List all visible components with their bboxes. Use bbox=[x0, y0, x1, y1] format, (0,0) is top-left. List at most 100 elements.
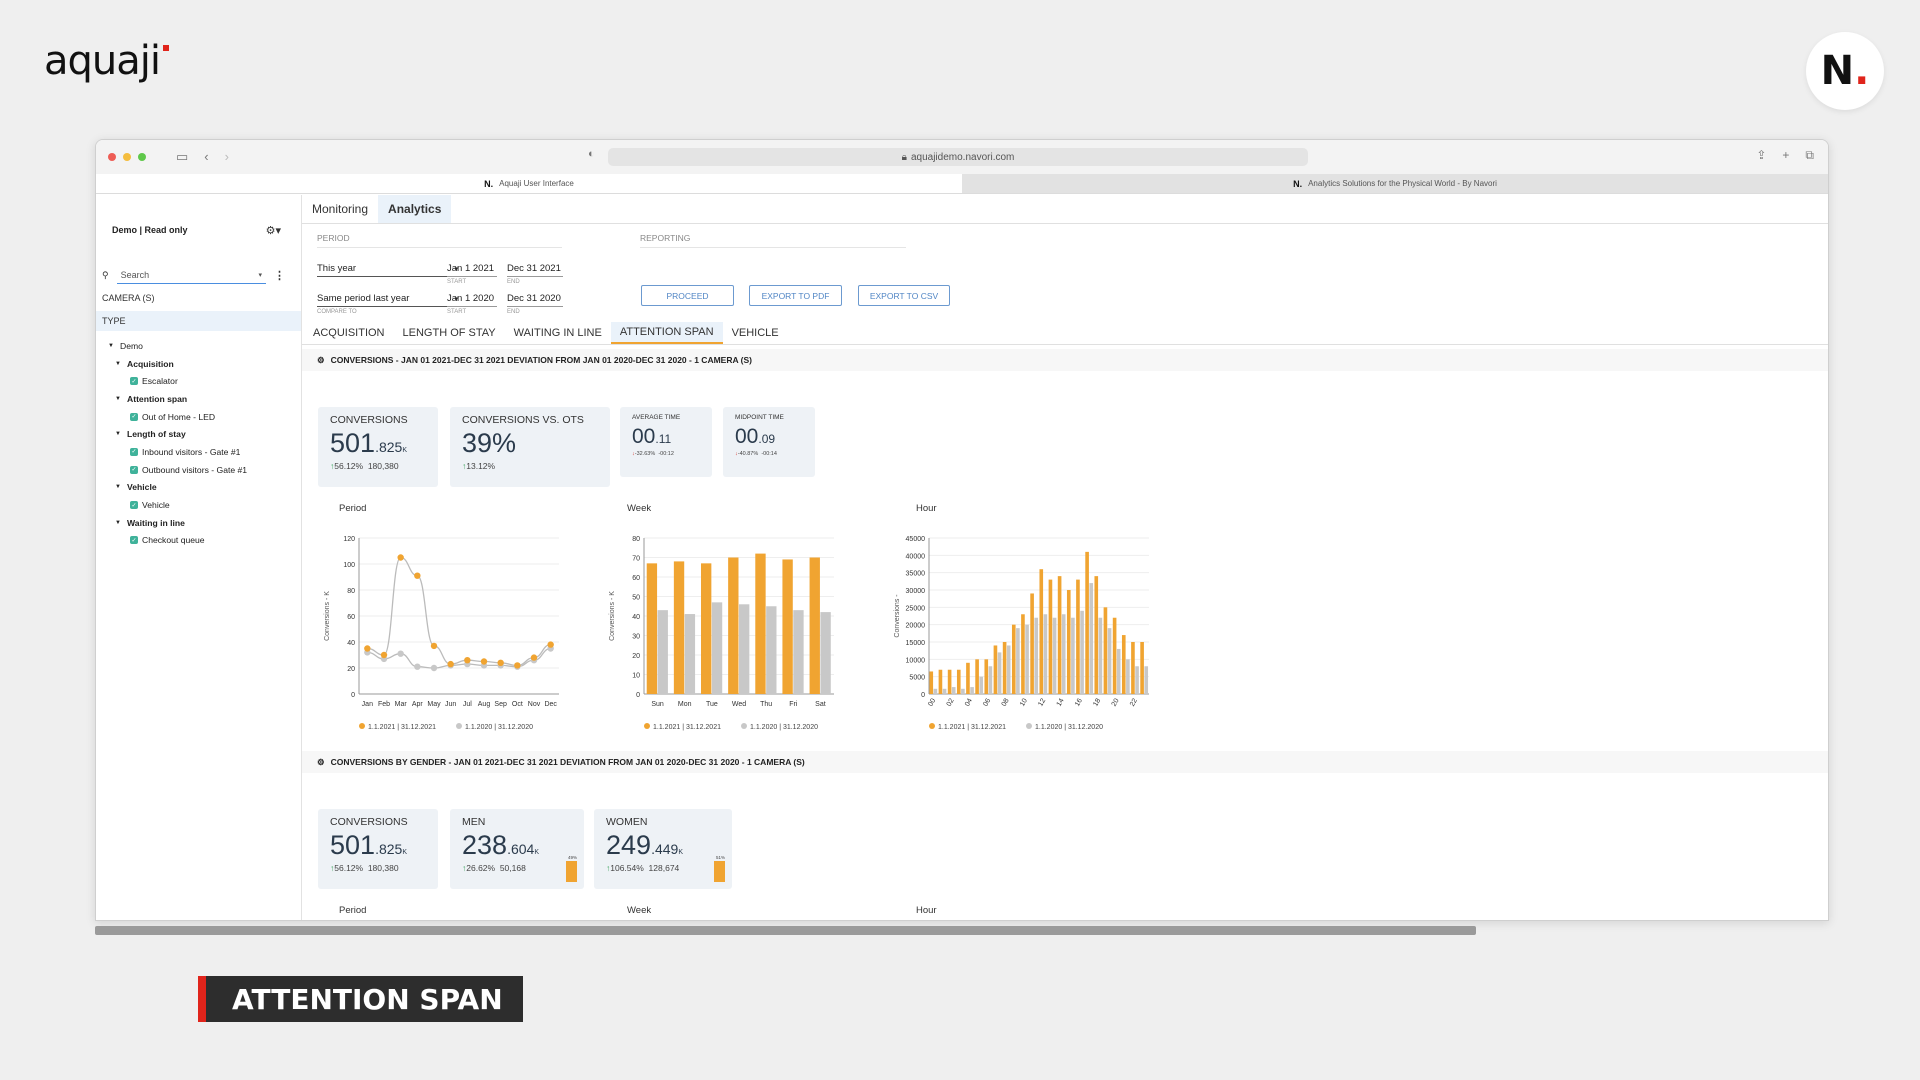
tree-group-item[interactable]: ▼ Length of stay bbox=[104, 425, 301, 443]
checkbox-icon[interactable]: ✓ bbox=[130, 501, 138, 510]
chevron-down-icon[interactable]: ▾ bbox=[258, 271, 262, 279]
caret-down-icon[interactable]: ▼ bbox=[115, 361, 123, 367]
minimize-icon[interactable] bbox=[123, 153, 131, 161]
browser-tabs: N. Aquaji User Interface N. Analytics Solu… bbox=[96, 174, 1828, 194]
legend-marker-previous bbox=[1026, 723, 1032, 729]
type-label[interactable]: TYPE bbox=[96, 311, 301, 331]
sidebar-toggle-icon[interactable]: ▭ bbox=[176, 149, 188, 165]
browser-tab-aquaji[interactable]: N. Aquaji User Interface bbox=[96, 174, 962, 193]
export-pdf-button[interactable]: EXPORT TO PDF bbox=[749, 285, 842, 306]
y-tick-label: 60 bbox=[632, 575, 640, 582]
bar-current bbox=[701, 563, 712, 694]
y-tick-label: 5000 bbox=[909, 675, 925, 682]
export-csv-button[interactable]: EXPORT TO CSV bbox=[858, 285, 950, 306]
kpi-delta: ↓-40.87% -00:14 bbox=[735, 451, 777, 457]
tree-camera-item[interactable]: ✓ Inbound visitors - Gate #1 bbox=[104, 443, 301, 461]
gear-icon[interactable]: ⚙ bbox=[317, 757, 325, 768]
caret-down-icon[interactable]: ▼ bbox=[115, 396, 123, 402]
x-tick-label: Feb bbox=[378, 701, 390, 708]
compare-end-field[interactable]: Dec 31 2020 bbox=[507, 291, 563, 307]
period-end-field[interactable]: Dec 31 2021 bbox=[507, 261, 563, 277]
period-select[interactable]: This year ▾ bbox=[317, 261, 458, 277]
checkbox-icon[interactable]: ✓ bbox=[130, 377, 138, 386]
tree-group-item[interactable]: ▼ Waiting in line bbox=[104, 514, 301, 532]
x-tick-label: 08 bbox=[1001, 697, 1011, 707]
checkbox-icon[interactable]: ✓ bbox=[130, 536, 138, 545]
checkbox-icon[interactable]: ✓ bbox=[130, 412, 138, 421]
more-icon[interactable]: ⋮ bbox=[274, 269, 285, 282]
tree-group-item[interactable]: ▼ Acquisition bbox=[104, 355, 301, 373]
gear-icon[interactable]: ⚙▾ bbox=[266, 224, 281, 237]
compare-start-field[interactable]: Jan 1 2020 bbox=[447, 291, 497, 307]
compare-select[interactable]: Same period last year ▾ bbox=[317, 291, 458, 307]
tab-waiting-in-line[interactable]: WAITING IN LINE bbox=[505, 322, 611, 344]
tab-acquisition[interactable]: ACQUISITION bbox=[304, 322, 394, 344]
proceed-button[interactable]: PROCEED bbox=[641, 285, 734, 306]
tree-item-label: Vehicle bbox=[142, 500, 170, 511]
tab-monitoring[interactable]: Monitoring bbox=[302, 195, 378, 223]
search-input[interactable]: Search ▾ bbox=[116, 266, 266, 284]
camera-label: CAMERA (S) bbox=[102, 293, 155, 303]
kpi-delta: ↑56.12% 180,380 bbox=[330, 461, 399, 471]
bar-previous bbox=[1006, 645, 1011, 694]
data-point bbox=[464, 657, 471, 664]
maximize-icon[interactable] bbox=[138, 153, 146, 161]
back-icon[interactable]: ‹ bbox=[204, 149, 208, 165]
y-tick-label: 120 bbox=[343, 536, 355, 543]
tree-group-item[interactable]: ▼ Vehicle bbox=[104, 479, 301, 497]
tab-vehicle[interactable]: VEHICLE bbox=[723, 322, 788, 344]
close-icon[interactable] bbox=[108, 153, 116, 161]
start-label: START bbox=[447, 279, 467, 285]
share-label: 49% bbox=[567, 855, 577, 860]
shield-icon[interactable]: ◐ bbox=[588, 148, 595, 160]
bar-previous bbox=[739, 604, 750, 694]
window-controls[interactable] bbox=[108, 153, 146, 161]
bar-current bbox=[1002, 642, 1007, 694]
horizontal-scrollbar[interactable] bbox=[95, 926, 1476, 935]
gear-icon[interactable]: ⚙ bbox=[317, 355, 325, 366]
kpi-men: MEN 238.604K ↑26.62% 50,168 49% bbox=[450, 809, 584, 889]
forward-icon[interactable]: › bbox=[225, 149, 229, 165]
x-tick-label: 18 bbox=[1092, 697, 1102, 707]
tab-overview-icon[interactable]: ⧉ bbox=[1805, 148, 1814, 163]
series-line bbox=[367, 556, 551, 667]
caret-down-icon[interactable]: ▼ bbox=[115, 484, 123, 490]
end-label: END bbox=[507, 279, 520, 285]
x-tick-label: 04 bbox=[964, 697, 974, 707]
address-bar[interactable]: 🔒︎ aquajidemo.navori.com bbox=[608, 148, 1308, 166]
tree-item-label: Demo bbox=[120, 340, 143, 351]
new-tab-icon[interactable]: + bbox=[1782, 148, 1789, 163]
caret-down-icon[interactable]: ▼ bbox=[108, 343, 116, 349]
x-tick-label: Mon bbox=[678, 701, 692, 708]
tree-camera-item[interactable]: ✓ Outbound visitors - Gate #1 bbox=[104, 461, 301, 479]
checkbox-icon[interactable]: ✓ bbox=[130, 465, 138, 474]
checkbox-icon[interactable]: ✓ bbox=[130, 447, 138, 456]
tree-item-label: Outbound visitors - Gate #1 bbox=[142, 464, 248, 475]
data-point bbox=[514, 662, 521, 669]
chart-title-period: Period bbox=[339, 503, 367, 514]
bar-current bbox=[755, 553, 766, 694]
data-point bbox=[480, 658, 488, 665]
legend-label-current: 1.1.2021 | 31.12.2021 bbox=[653, 724, 721, 731]
tab-attention-span[interactable]: ATTENTION SPAN bbox=[610, 322, 723, 344]
kpi-label: MEN bbox=[462, 816, 486, 828]
bar-previous bbox=[766, 606, 777, 694]
tree-camera-item[interactable]: ✓ Checkout queue bbox=[104, 532, 301, 550]
bar-previous bbox=[1116, 648, 1121, 694]
bar-previous bbox=[942, 688, 947, 694]
tab-length-of-stay[interactable]: LENGTH OF STAY bbox=[394, 322, 505, 344]
caret-down-icon[interactable]: ▼ bbox=[115, 520, 123, 526]
browser-tab-navori[interactable]: N. Analytics Solutions for the Physical W… bbox=[962, 174, 1828, 193]
bar-current bbox=[1131, 642, 1135, 694]
tree-group-item[interactable]: ▼ Demo bbox=[104, 337, 301, 355]
period-start-field[interactable]: Jan 1 2021 bbox=[447, 261, 497, 277]
tree-camera-item[interactable]: ✓ Escalator bbox=[104, 372, 301, 390]
tree-group-item[interactable]: ▼ Attention span bbox=[104, 390, 301, 408]
period-label: PERIOD bbox=[317, 233, 350, 243]
tree-camera-item[interactable]: ✓ Vehicle bbox=[104, 496, 301, 514]
y-tick-label: 0 bbox=[636, 692, 640, 699]
tab-analytics[interactable]: Analytics bbox=[378, 195, 452, 223]
caret-down-icon[interactable]: ▼ bbox=[115, 431, 123, 437]
share-icon[interactable]: ⇪ bbox=[1756, 148, 1766, 163]
tree-camera-item[interactable]: ✓ Out of Home - LED bbox=[104, 408, 301, 426]
